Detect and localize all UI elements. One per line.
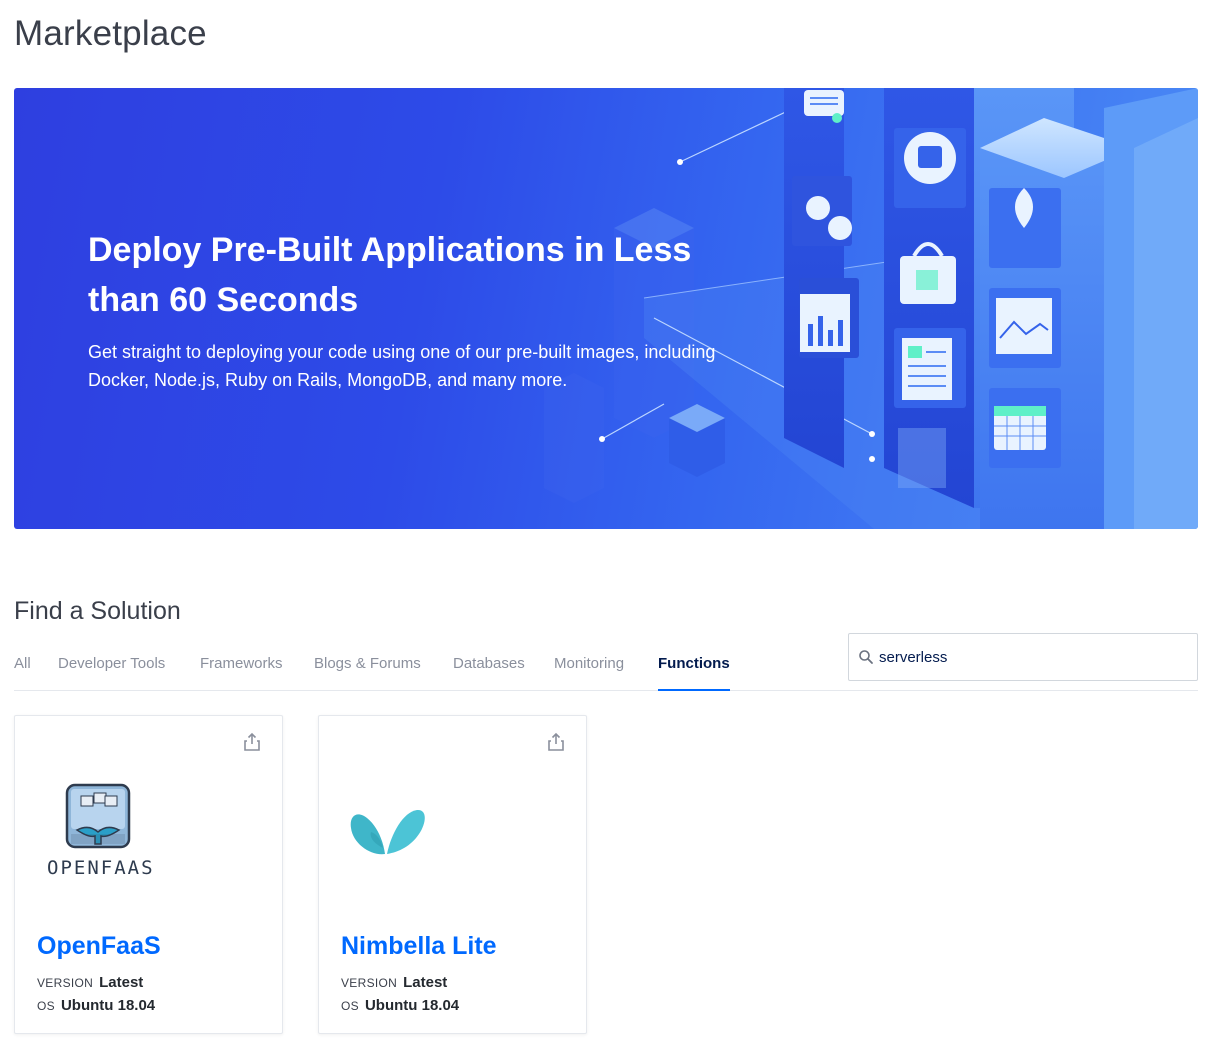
os-row: OS Ubuntu 18.04 [341, 997, 459, 1014]
page-title: Marketplace [14, 14, 207, 53]
version-value: Latest [99, 974, 144, 991]
card-title[interactable]: OpenFaaS [37, 932, 161, 961]
version-label: VERSION [341, 976, 398, 990]
hero-title: Deploy Pre-Built Applications in Less th… [88, 231, 692, 319]
hero-banner: Deploy Pre-Built Applications in Less th… [14, 88, 1198, 529]
version-row: VERSION Latest [341, 974, 447, 991]
tab-developer-tools[interactable]: Developer Tools [58, 650, 165, 691]
search-box [848, 633, 1198, 681]
section-title: Find a Solution [14, 597, 181, 625]
tab-frameworks[interactable]: Frameworks [200, 650, 283, 691]
solution-card-openfaas[interactable]: OPENFAAS OpenFaaS VERSION Latest OS Ubuntu… [14, 715, 283, 1034]
tab-functions[interactable]: Functions [658, 650, 730, 691]
search-icon [859, 650, 873, 664]
nimbella-logo [347, 804, 427, 865]
os-row: OS Ubuntu 18.04 [37, 997, 155, 1014]
os-value: Ubuntu 18.04 [364, 997, 460, 1014]
openfaas-wordmark: OPENFAAS [47, 857, 155, 879]
openfaas-logo: OPENFAAS [37, 778, 177, 893]
nimbella-butterfly-logo [350, 809, 425, 855]
card-title[interactable]: Nimbella Lite [341, 932, 497, 961]
version-value: Latest [403, 974, 448, 991]
tab-monitoring[interactable]: Monitoring [554, 650, 624, 691]
os-value: Ubuntu 18.04 [60, 997, 156, 1014]
os-label: OS [37, 999, 55, 1013]
tab-databases[interactable]: Databases [453, 650, 525, 691]
solution-card-nimbella-lite[interactable]: Nimbella Lite VERSION Latest OS Ubuntu 18.… [318, 715, 587, 1034]
search-input[interactable] [879, 634, 1189, 680]
os-label: OS [341, 999, 359, 1013]
version-label: VERSION [37, 976, 94, 990]
share-icon[interactable] [547, 732, 565, 752]
tab-blogs-forums[interactable]: Blogs & Forums [314, 650, 421, 691]
share-icon[interactable] [243, 732, 261, 752]
hero-subtitle: Get straight to deploying your code usin… [88, 342, 716, 390]
version-row: VERSION Latest [37, 974, 143, 991]
tab-all[interactable]: All [14, 650, 31, 691]
